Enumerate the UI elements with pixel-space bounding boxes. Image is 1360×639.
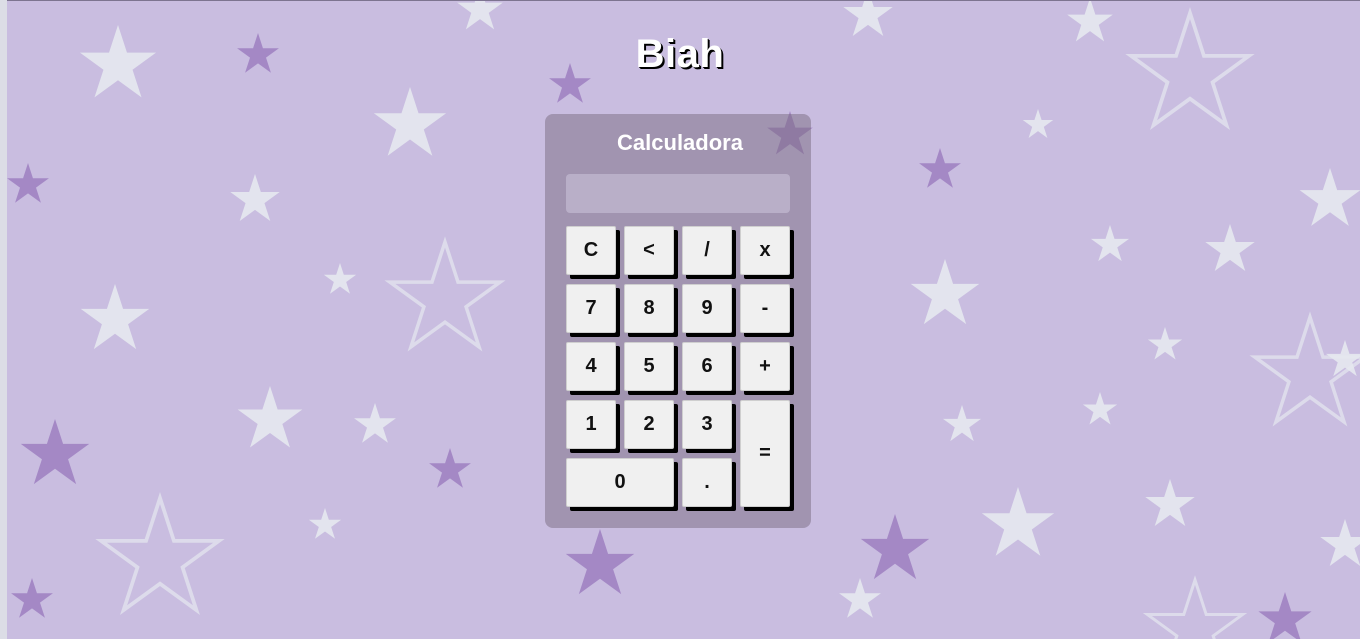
digit-1-button[interactable]: 1 [566, 400, 616, 449]
page-title: Biah [635, 32, 725, 76]
equals-button[interactable]: = [740, 400, 790, 507]
divide-button[interactable]: / [682, 226, 732, 275]
multiply-button[interactable]: x [740, 226, 790, 275]
digit-0-button[interactable]: 0 [566, 458, 674, 507]
digit-6-button[interactable]: 6 [682, 342, 732, 391]
digit-5-button[interactable]: 5 [624, 342, 674, 391]
left-edge-strip [0, 0, 7, 639]
add-button[interactable]: + [740, 342, 790, 391]
top-border [0, 0, 1360, 1]
subtract-button[interactable]: - [740, 284, 790, 333]
clear-button[interactable]: C [566, 226, 616, 275]
digit-4-button[interactable]: 4 [566, 342, 616, 391]
digit-7-button[interactable]: 7 [566, 284, 616, 333]
digit-3-button[interactable]: 3 [682, 400, 732, 449]
backspace-button[interactable]: < [624, 226, 674, 275]
digit-2-button[interactable]: 2 [624, 400, 674, 449]
digit-8-button[interactable]: 8 [624, 284, 674, 333]
calculator-display[interactable] [566, 174, 790, 213]
digit-9-button[interactable]: 9 [682, 284, 732, 333]
decimal-button[interactable]: . [682, 458, 732, 507]
